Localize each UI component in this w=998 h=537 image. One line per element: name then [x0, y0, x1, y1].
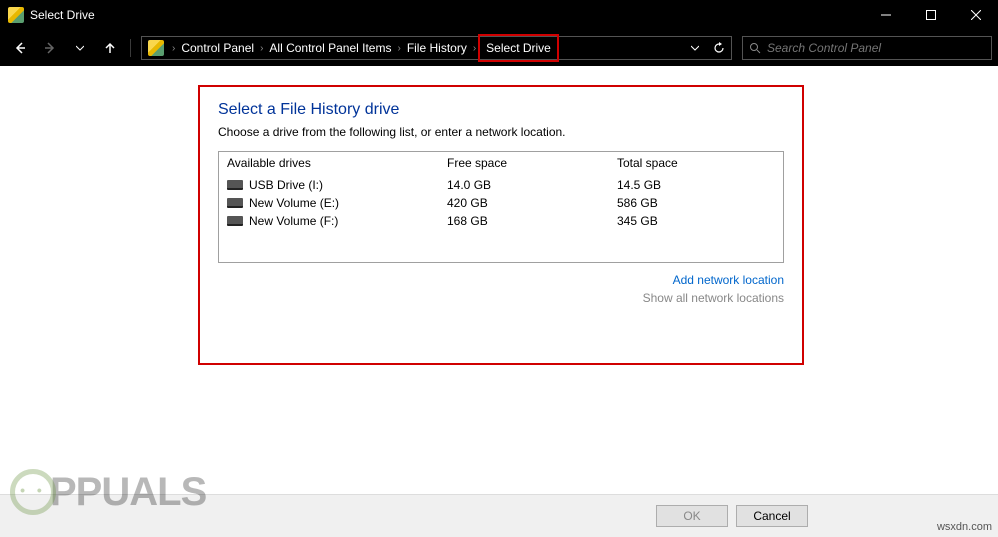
drive-icon: [227, 180, 243, 190]
navigation-bar: › Control Panel › All Control Panel Item…: [0, 30, 998, 66]
drive-free: 420 GB: [447, 196, 617, 210]
page-subheading: Choose a drive from the following list, …: [218, 125, 784, 139]
drive-free: 14.0 GB: [447, 178, 617, 192]
page-heading: Select a File History drive: [218, 101, 784, 119]
chevron-right-icon[interactable]: ›: [395, 43, 402, 54]
forward-button[interactable]: [36, 34, 64, 62]
refresh-icon[interactable]: [707, 37, 731, 59]
drive-icon: [227, 198, 243, 208]
address-dropdown-icon[interactable]: [683, 37, 707, 59]
drive-total: 586 GB: [617, 196, 775, 210]
col-total-space[interactable]: Total space: [617, 156, 775, 170]
show-all-network-locations-link[interactable]: Show all network locations: [218, 291, 784, 305]
table-row[interactable]: New Volume (E:) 420 GB 586 GB: [227, 194, 775, 212]
watermark-logo: PPUALS: [10, 469, 206, 515]
table-row[interactable]: New Volume (F:) 168 GB 345 GB: [227, 212, 775, 230]
drive-free: 168 GB: [447, 214, 617, 228]
maximize-button[interactable]: [908, 0, 953, 30]
titlebar: Select Drive: [0, 0, 998, 30]
close-button[interactable]: [953, 0, 998, 30]
table-row[interactable]: USB Drive (I:) 14.0 GB 14.5 GB: [227, 176, 775, 194]
search-input[interactable]: [767, 41, 991, 55]
select-drive-panel: Select a File History drive Choose a dri…: [198, 85, 804, 365]
up-button[interactable]: [96, 34, 124, 62]
cancel-button[interactable]: Cancel: [736, 505, 808, 527]
chevron-right-icon[interactable]: ›: [258, 43, 265, 54]
location-icon: [148, 40, 164, 56]
search-box[interactable]: [742, 36, 992, 60]
col-free-space[interactable]: Free space: [447, 156, 617, 170]
window-title: Select Drive: [30, 8, 863, 22]
minimize-button[interactable]: [863, 0, 908, 30]
watermark-text: PPUALS: [50, 470, 206, 515]
breadcrumb-item-current[interactable]: Select Drive: [478, 34, 559, 62]
add-network-location-link[interactable]: Add network location: [218, 273, 784, 287]
chevron-right-icon[interactable]: ›: [471, 43, 478, 54]
drive-icon: [227, 216, 243, 226]
watermark-url: wsxdn.com: [937, 521, 992, 533]
drive-name: New Volume (E:): [249, 196, 339, 210]
breadcrumb-item[interactable]: Control Panel: [177, 41, 258, 55]
back-button[interactable]: [6, 34, 34, 62]
col-available-drives[interactable]: Available drives: [227, 156, 447, 170]
drive-total: 14.5 GB: [617, 178, 775, 192]
app-icon: [8, 7, 24, 23]
separator: [130, 39, 131, 57]
drive-name: New Volume (F:): [249, 214, 338, 228]
chevron-right-icon[interactable]: ›: [170, 43, 177, 54]
drives-table: Available drives Free space Total space …: [218, 151, 784, 263]
drive-total: 345 GB: [617, 214, 775, 228]
logo-face-icon: [10, 469, 56, 515]
address-bar[interactable]: › Control Panel › All Control Panel Item…: [141, 36, 732, 60]
drive-name: USB Drive (I:): [249, 178, 323, 192]
content-area: Select a File History drive Choose a dri…: [0, 66, 998, 494]
table-header: Available drives Free space Total space: [219, 152, 783, 174]
ok-button[interactable]: OK: [656, 505, 728, 527]
breadcrumb-item[interactable]: All Control Panel Items: [265, 41, 395, 55]
search-icon: [743, 42, 767, 54]
breadcrumb-item[interactable]: File History: [403, 41, 471, 55]
recent-dropdown-icon[interactable]: [66, 34, 94, 62]
